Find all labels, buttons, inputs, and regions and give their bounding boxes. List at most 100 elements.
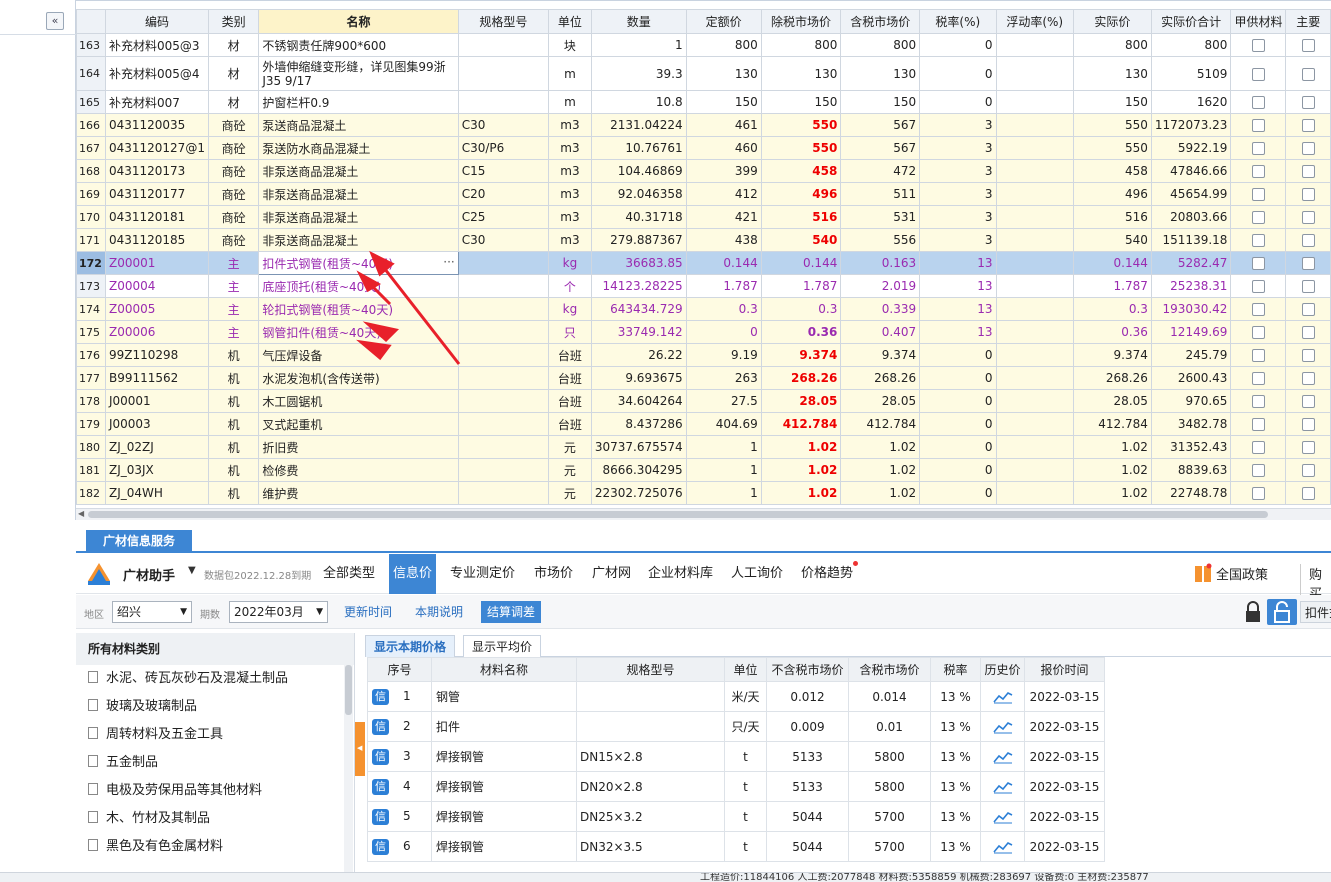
lock-icon[interactable] bbox=[1244, 601, 1262, 623]
cell-inc[interactable]: 0.01 bbox=[848, 711, 931, 742]
cell-unit[interactable]: kg bbox=[548, 297, 592, 321]
main-checkbox[interactable] bbox=[1301, 67, 1315, 81]
price-col-header[interactable]: 材料名称 bbox=[431, 657, 577, 682]
main-checkbox[interactable] bbox=[1301, 257, 1315, 270]
cell-ex[interactable]: 1.787 bbox=[760, 274, 842, 298]
cell-quota[interactable]: 404.69 bbox=[685, 412, 762, 436]
cell-type[interactable]: 主 bbox=[207, 297, 260, 321]
cell-tax[interactable]: 0 bbox=[919, 389, 997, 413]
table-row[interactable]: 163 补充材料005@3 材 不锈钢责任牌900*600 块 1 800 800 800 0 80… bbox=[76, 33, 1331, 57]
cell-unit[interactable]: m3 bbox=[548, 113, 592, 137]
cell-qty[interactable]: 34.604264 bbox=[590, 389, 687, 413]
cell-unit[interactable]: m3 bbox=[548, 182, 592, 206]
cell-supplied[interactable] bbox=[1230, 412, 1287, 436]
cell-name[interactable]: 非泵送商品混凝土 bbox=[258, 182, 459, 206]
cell-ex[interactable]: 28.05 bbox=[760, 389, 842, 413]
cell-act[interactable]: 1.02 bbox=[1072, 458, 1152, 482]
grid-col-header[interactable]: 浮动率(%) bbox=[995, 9, 1074, 34]
cell-name[interactable]: 叉式起重机 bbox=[258, 412, 459, 436]
row-number[interactable]: 166 bbox=[76, 113, 106, 137]
cell-supplied[interactable] bbox=[1230, 320, 1287, 344]
cell-spec[interactable]: DN20×2.8 bbox=[576, 771, 725, 802]
cell-supplied[interactable] bbox=[1230, 435, 1287, 459]
table-row[interactable]: 179 J00003 机 叉式起重机 台班 8.437286 404.69 412.784 41… bbox=[76, 412, 1331, 436]
cell-code[interactable]: 99Z110298 bbox=[104, 343, 209, 367]
cell-quota[interactable]: 1 bbox=[685, 435, 762, 459]
cell-main[interactable] bbox=[1285, 228, 1331, 252]
cell-code[interactable]: ZJ_04WH bbox=[104, 481, 209, 505]
brand-dropdown-icon[interactable]: ▼ bbox=[188, 565, 196, 576]
cell-main[interactable] bbox=[1285, 205, 1331, 229]
cell-float[interactable] bbox=[995, 251, 1074, 275]
cell-act[interactable]: 0.3 bbox=[1072, 297, 1152, 321]
cell-act[interactable]: 1.02 bbox=[1072, 435, 1152, 459]
main-checkbox[interactable] bbox=[1301, 280, 1315, 293]
cell-main[interactable] bbox=[1285, 136, 1331, 160]
table-row[interactable]: 信 6 焊接钢管 DN32×3.5 t 5044 5700 13 % 2022-03-15 bbox=[367, 831, 1105, 862]
cell-float[interactable] bbox=[995, 136, 1074, 160]
cell-float[interactable] bbox=[995, 159, 1074, 183]
cell-spec[interactable]: DN15×2.8 bbox=[576, 741, 725, 772]
row-number[interactable]: 164 bbox=[76, 56, 106, 91]
tab-average-price[interactable]: 显示平均价 bbox=[463, 635, 542, 657]
table-row[interactable]: 信 1 钢管 米/天 0.012 0.014 13 % 2022-03-15 bbox=[367, 681, 1105, 712]
table-row[interactable]: 170 0431120181 商砼 非泵送商品混凝土 C25 m3 40.31718 421 5… bbox=[76, 205, 1331, 229]
nav-item[interactable]: 市场价 bbox=[530, 554, 577, 594]
table-row[interactable]: 信 4 焊接钢管 DN20×2.8 t 5133 5800 13 % 2022-03-15 bbox=[367, 771, 1105, 802]
cell-tax[interactable]: 3 bbox=[919, 228, 997, 252]
cell-name[interactable]: 护窗栏杆0.9 bbox=[258, 90, 459, 114]
nav-item[interactable]: 人工询价 bbox=[727, 554, 787, 594]
cell-total[interactable]: 193030.42 bbox=[1150, 297, 1232, 321]
trend-chart-icon[interactable] bbox=[992, 690, 1013, 704]
cell-tax[interactable]: 3 bbox=[919, 113, 997, 137]
grid-col-header[interactable]: 主要 bbox=[1285, 9, 1331, 34]
cell-qty[interactable]: 8.437286 bbox=[590, 412, 687, 436]
cell-ex[interactable]: 1.02 bbox=[760, 435, 842, 459]
cell-total[interactable]: 25238.31 bbox=[1150, 274, 1232, 298]
cell-supplied[interactable] bbox=[1230, 343, 1287, 367]
cell-unit[interactable]: m bbox=[548, 90, 592, 114]
cell-quota[interactable]: 0.3 bbox=[685, 297, 762, 321]
cell-qty[interactable]: 643434.729 bbox=[590, 297, 687, 321]
cell-act[interactable]: 1.02 bbox=[1072, 481, 1152, 505]
settle-adjust-button[interactable]: 结算调差 bbox=[481, 601, 542, 623]
cell-quota[interactable]: 0.144 bbox=[685, 251, 762, 275]
cell-total[interactable]: 5922.19 bbox=[1150, 136, 1232, 160]
cell-supplied[interactable] bbox=[1230, 251, 1287, 275]
cell-type[interactable]: 商砼 bbox=[207, 159, 260, 183]
cell-type[interactable]: 商砼 bbox=[207, 113, 260, 137]
table-row[interactable]: 信 5 焊接钢管 DN25×3.2 t 5044 5700 13 % 2022-03-15 bbox=[367, 801, 1105, 832]
supplied-checkbox[interactable] bbox=[1251, 395, 1265, 408]
table-row[interactable]: 168 0431120173 商砼 非泵送商品混凝土 C15 m3 104.46869 399… bbox=[76, 159, 1331, 183]
cell-spec[interactable]: C30 bbox=[457, 113, 550, 137]
category-item[interactable]: 五金制品 bbox=[76, 749, 354, 777]
cell-code[interactable]: 0431120127@1 bbox=[104, 136, 209, 160]
cell-name[interactable]: 钢管 bbox=[431, 681, 577, 712]
cell-spec[interactable]: DN32×3.5 bbox=[576, 831, 725, 862]
cell-float[interactable] bbox=[995, 412, 1074, 436]
cell-quota[interactable]: 1.787 bbox=[685, 274, 762, 298]
cell-float[interactable] bbox=[995, 205, 1074, 229]
supplied-checkbox[interactable] bbox=[1251, 464, 1265, 477]
cell-qty[interactable]: 10.76761 bbox=[590, 136, 687, 160]
cell-type[interactable]: 机 bbox=[207, 389, 260, 413]
category-item[interactable]: 黑色及有色金属材料 bbox=[76, 833, 354, 861]
cell-quota[interactable]: 421 bbox=[685, 205, 762, 229]
cell-name[interactable]: 焊接钢管 bbox=[431, 771, 577, 802]
cell-act[interactable]: 550 bbox=[1072, 136, 1152, 160]
cell-date[interactable]: 2022-03-15 bbox=[1024, 771, 1105, 802]
main-checkbox[interactable] bbox=[1301, 349, 1315, 362]
cell-ex[interactable]: 412.784 bbox=[760, 412, 842, 436]
cell-history[interactable] bbox=[980, 681, 1025, 712]
main-checkbox[interactable] bbox=[1301, 39, 1315, 52]
cell-inc[interactable]: 130 bbox=[840, 56, 921, 91]
price-col-header[interactable]: 历史价 bbox=[980, 657, 1025, 682]
grid-col-header[interactable]: 含税市场价 bbox=[840, 9, 921, 34]
table-row[interactable]: 173 Z00004 主底座顶托(租赁~40天) 个 14123.28225 1.787 1… bbox=[76, 274, 1331, 298]
main-checkbox[interactable] bbox=[1301, 303, 1315, 316]
cell-name[interactable]: 外墙伸缩缝变形缝，详见图集99浙J35 9/17 bbox=[258, 56, 459, 91]
cell-code[interactable]: B99111562 bbox=[104, 366, 209, 390]
cell-tax[interactable]: 13 % bbox=[930, 801, 981, 832]
grid-col-header[interactable]: 编码 bbox=[104, 9, 209, 34]
cell-code[interactable]: 补充材料007 bbox=[104, 90, 209, 114]
